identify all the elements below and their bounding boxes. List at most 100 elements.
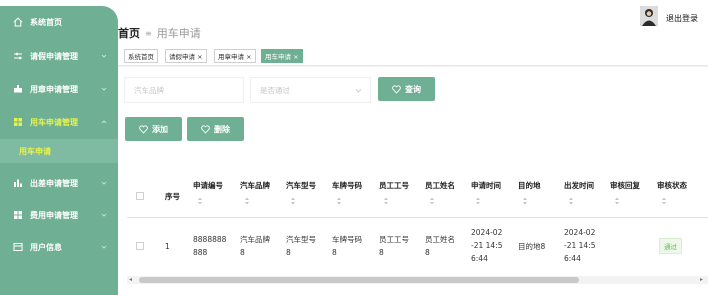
table-header: 序号 申请编号 汽车品牌 汽车型号 车牌号码 员工工号 员工姓名 申请时间 目的… [127, 172, 708, 218]
column-header-plate[interactable]: 车牌号码 [332, 172, 378, 218]
heart-icon [139, 124, 148, 134]
breadcrumb-home[interactable]: 首页 [118, 25, 140, 41]
sort-icon [569, 197, 573, 205]
sort-icon [662, 197, 666, 205]
card-icon [13, 242, 23, 252]
scrollbar-thumb[interactable] [139, 277, 579, 283]
sort-icon [384, 197, 388, 205]
approval-select[interactable]: 是否通过 [250, 77, 371, 103]
column-header-status[interactable]: 审核状态 [657, 172, 703, 218]
tab-leave-apply[interactable]: 请假申请 × [165, 49, 207, 63]
sidebar-item-label: 用车申请管理 [30, 117, 78, 127]
scroll-right-arrow-icon[interactable]: ▸ [700, 277, 706, 283]
cell-brand: 汽车品牌 8 [240, 235, 270, 257]
sort-icon [291, 197, 295, 205]
column-header-depart-time[interactable]: 出发时间 [564, 172, 610, 218]
column-header-emp-name[interactable]: 员工姓名 [425, 172, 471, 218]
select-all-checkbox[interactable] [136, 192, 144, 200]
top-header: 首页 ≡ 用车申请 退出登录 [118, 0, 708, 46]
column-header-index[interactable]: 序号 [165, 172, 195, 218]
chevron-down-icon [355, 89, 362, 93]
sidebar-item-label: 请假申请管理 [30, 51, 78, 61]
sidebar-item-trip[interactable]: 出差申请管理 [0, 168, 118, 198]
sidebar-item-user[interactable]: 用户信息 [0, 232, 118, 262]
cell-emp-name: 员工姓名 8 [425, 235, 455, 257]
sidebar-item-car[interactable]: 用车申请管理 [0, 107, 118, 137]
sidebar-subitem-label: 用车申请 [19, 146, 51, 156]
sidebar: 系统首页 请假申请管理 用章申请管理 用车申请管理 用车申请 出差申请管理 费用… [0, 0, 118, 295]
row-checkbox[interactable] [136, 242, 144, 250]
tab-car-apply[interactable]: 用车申请 × [261, 49, 303, 63]
sort-icon [430, 197, 434, 205]
cell-index: 1 [165, 242, 170, 251]
sidebar-item-label: 出差申请管理 [30, 178, 78, 188]
cell-model: 汽车型号 8 [286, 235, 316, 257]
sidebar-item-label: 用章申请管理 [30, 84, 78, 94]
chevron-down-icon [101, 213, 107, 217]
sort-icon [523, 197, 527, 205]
cell-emp-no: 员工工号 8 [379, 235, 409, 257]
sort-icon [615, 197, 619, 205]
data-table: 序号 申请编号 汽车品牌 汽车型号 车牌号码 员工工号 员工姓名 申请时间 目的… [127, 172, 708, 276]
sidebar-item-expense[interactable]: 费用申请管理 [0, 200, 118, 230]
grid-icon [13, 117, 23, 127]
sidebar-item-home[interactable]: 系统首页 [0, 7, 118, 37]
column-header-destination[interactable]: 目的地 [518, 172, 564, 218]
table-row[interactable]: 1 8888888 888 汽车品牌 8 汽车型号 8 车牌号码 8 员工工号 … [127, 219, 708, 275]
column-header-emp-no[interactable]: 员工工号 [379, 172, 425, 218]
sidebar-item-stamp[interactable]: 用章申请管理 [0, 74, 118, 104]
add-button-label: 添加 [152, 124, 168, 134]
delete-button[interactable]: 删除 [187, 117, 244, 141]
sort-icon [476, 197, 480, 205]
cell-apply-time: 2024-02 -21 14:5 6:44 [471, 228, 503, 263]
tab-stamp-apply[interactable]: 用章申请 × [214, 49, 256, 63]
chevron-down-icon [101, 181, 107, 185]
cell-plate: 车牌号码 8 [332, 235, 362, 257]
status-badge: 通过 [659, 238, 682, 254]
main-content: 汽车品牌 是否通过 查询 添加 删除 序号 申请编号 汽车品牌 汽车型号 车牌号… [118, 67, 708, 295]
cell-destination: 目的地8 [518, 242, 546, 251]
add-button[interactable]: 添加 [125, 117, 182, 141]
logout-button[interactable]: 退出登录 [666, 13, 698, 24]
column-header-apply-no[interactable]: 申请编号 [193, 172, 239, 218]
sidebar-subitem-car-apply[interactable]: 用车申请 [0, 139, 118, 163]
query-button[interactable]: 查询 [378, 77, 435, 101]
tab-bar: 系统首页 请假申请 × 用章申请 × 用车申请 × [118, 46, 708, 66]
chevron-down-icon [101, 245, 107, 249]
column-header-apply-time[interactable]: 申请时间 [471, 172, 517, 218]
scroll-left-arrow-icon[interactable]: ◂ [129, 277, 135, 283]
approval-select-placeholder: 是否通过 [260, 85, 290, 95]
sidebar-item-leave[interactable]: 请假申请管理 [0, 41, 118, 71]
sort-icon [245, 197, 249, 205]
chevron-down-icon [101, 87, 107, 91]
sidebar-item-label: 系统首页 [30, 17, 62, 27]
heart-icon [201, 124, 210, 134]
cell-depart-time: 2024-02 -21 14:5 6:44 [564, 228, 596, 263]
sort-icon [198, 197, 202, 205]
sidebar-item-label: 用户信息 [30, 242, 62, 252]
column-header-reply[interactable]: 审核回复 [610, 172, 656, 218]
home-icon [13, 17, 23, 27]
breadcrumb: 首页 ≡ 用车申请 [118, 25, 201, 41]
app-page: 系统首页 请假申请管理 用章申请管理 用车申请管理 用车申请 出差申请管理 费用… [0, 0, 708, 295]
delete-button-label: 删除 [214, 124, 230, 134]
breadcrumb-current: 用车申请 [156, 27, 201, 40]
sliders-icon [13, 51, 23, 61]
cell-apply-no: 8888888 888 [193, 235, 227, 257]
column-header-brand[interactable]: 汽车品牌 [240, 172, 286, 218]
horizontal-scrollbar[interactable]: ◂ ▸ [127, 276, 708, 284]
brand-search-input[interactable]: 汽车品牌 [124, 77, 244, 103]
chevron-up-icon [101, 120, 107, 124]
stamp-icon [13, 84, 23, 94]
sidebar-item-label: 费用申请管理 [30, 210, 78, 220]
bar-chart-icon [13, 178, 23, 188]
avatar[interactable] [640, 6, 658, 26]
chevron-down-icon [101, 54, 107, 58]
heart-icon [392, 84, 401, 94]
grid-icon [13, 210, 23, 220]
column-header-model[interactable]: 汽车型号 [286, 172, 332, 218]
sort-icon [337, 197, 341, 205]
brand-search-placeholder: 汽车品牌 [134, 85, 164, 95]
tab-home[interactable]: 系统首页 [124, 49, 158, 63]
breadcrumb-separator: ≡ [145, 28, 152, 38]
